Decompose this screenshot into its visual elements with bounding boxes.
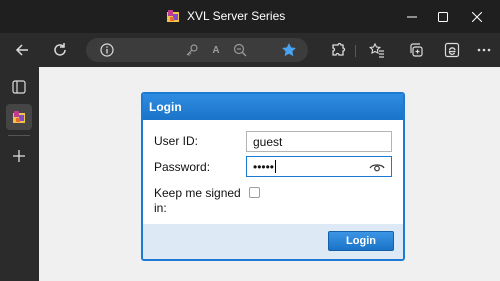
edge-icon: [444, 42, 460, 58]
collections-icon: [410, 43, 423, 57]
back-icon: [15, 44, 28, 56]
tab-actions-icon: [12, 80, 26, 94]
close-icon: [472, 11, 482, 22]
xvl-app-icon: [167, 10, 179, 22]
window-title: XVL Server Series: [187, 9, 286, 23]
password-input[interactable]: •••••: [246, 156, 392, 177]
tab-xvl-server[interactable]: [6, 104, 32, 130]
refresh-button[interactable]: [48, 38, 72, 62]
edge-button[interactable]: [440, 38, 464, 62]
browser-toolbar: A: [0, 33, 500, 67]
close-button[interactable]: [462, 0, 492, 33]
passwords-button[interactable]: [183, 41, 201, 59]
login-button[interactable]: Login: [328, 231, 394, 251]
read-aloud-icon: A: [212, 44, 220, 56]
read-aloud-button[interactable]: A: [207, 41, 225, 59]
password-label: Password:: [154, 160, 211, 174]
collections-button[interactable]: [404, 38, 428, 62]
new-tab-plus-icon: [13, 150, 25, 162]
keep-signed-in-checkbox[interactable]: [249, 187, 260, 198]
tab-actions-button[interactable]: [6, 74, 32, 100]
minimize-icon: [407, 16, 417, 17]
maximize-icon: [438, 11, 448, 22]
xvl-tab-icon: [13, 111, 25, 123]
new-tab-button[interactable]: [6, 143, 32, 169]
key-icon: [186, 44, 198, 56]
keep-signed-in-label: Keep me signed in:: [154, 186, 241, 215]
user-id-input[interactable]: guest: [246, 131, 392, 152]
address-bar[interactable]: A: [86, 38, 308, 62]
maximize-button[interactable]: [428, 0, 458, 33]
favorite-star-icon: [282, 43, 296, 57]
back-button[interactable]: [10, 38, 34, 62]
reveal-password-eye-icon[interactable]: [369, 160, 385, 174]
favorites-icon: [369, 42, 384, 58]
favorites-button[interactable]: [365, 38, 389, 62]
login-title: Login: [143, 94, 403, 120]
user-id-label: User ID:: [154, 134, 199, 148]
more-icon: [477, 48, 491, 52]
more-button[interactable]: [472, 38, 496, 62]
login-footer: Login: [143, 224, 403, 259]
login-panel: Login User ID: guest Password: ••••• Kee…: [141, 92, 405, 261]
minimize-button[interactable]: [397, 0, 427, 33]
password-value: •••••: [253, 160, 275, 174]
toolbar-divider: [355, 45, 356, 57]
extensions-icon: [332, 42, 346, 56]
text-caret: [275, 160, 277, 173]
favorite-button[interactable]: [280, 41, 298, 59]
info-icon: [100, 43, 114, 57]
sidebar-divider: [8, 135, 30, 136]
window-titlebar: XVL Server Series: [0, 0, 500, 33]
zoom-out-button[interactable]: [231, 41, 249, 59]
tab-sidebar: [0, 67, 39, 281]
extensions-button[interactable]: [326, 38, 350, 62]
refresh-icon: [54, 43, 66, 56]
site-info-button[interactable]: [98, 41, 116, 59]
zoom-out-icon: [233, 43, 247, 57]
user-id-value: guest: [253, 135, 283, 149]
